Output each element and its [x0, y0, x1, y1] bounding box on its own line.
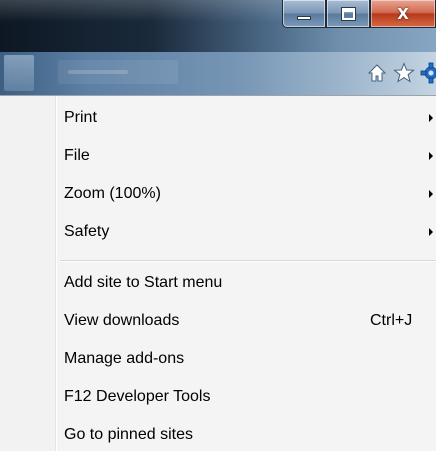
menu-item-safety[interactable]: Safety [56, 213, 436, 251]
menu-item-label: Print [64, 109, 97, 126]
menu-item-add-site-to-start-menu[interactable]: Add site to Start menu [56, 264, 436, 302]
tools-menu: Print File Zoom (100%) Safety Add site t… [0, 95, 436, 451]
submenu-arrow-icon [429, 152, 433, 160]
close-icon: X [397, 4, 409, 23]
close-button[interactable]: X [370, 0, 436, 28]
menu-item-label: Zoom (100%) [64, 185, 161, 202]
menu-item-print[interactable]: Print [56, 99, 436, 137]
menu-item-f12-developer-tools[interactable]: F12 Developer Tools [56, 378, 436, 416]
favorites-star-icon[interactable] [393, 62, 415, 84]
menu-item-label: File [64, 147, 90, 164]
menu-item-label: Safety [64, 223, 110, 240]
maximize-button[interactable] [326, 0, 370, 28]
submenu-arrow-icon [429, 114, 433, 122]
maximize-icon [340, 6, 356, 21]
submenu-arrow-icon [429, 228, 433, 236]
submenu-arrow-icon [429, 190, 433, 198]
home-icon[interactable] [366, 62, 388, 84]
menu-item-label: Manage add-ons [64, 350, 185, 367]
minimize-icon [297, 15, 311, 20]
menu-item-shortcut: Ctrl+J [370, 312, 413, 329]
window-caption-buttons: X [282, 0, 436, 30]
menu-item-file[interactable]: File [56, 137, 436, 175]
menu-item-label: Add site to Start menu [64, 274, 223, 291]
menu-item-manage-add-ons[interactable]: Manage add-ons [56, 340, 436, 378]
menu-item-label: F12 Developer Tools [64, 388, 211, 405]
menu-icon-gutter [0, 96, 57, 451]
menu-item-view-downloads[interactable]: View downloads Ctrl+J [56, 302, 436, 340]
minimize-button[interactable] [282, 0, 326, 28]
tools-gear-icon[interactable] [420, 62, 436, 84]
menu-item-label: View downloads [64, 312, 180, 329]
address-bar[interactable] [58, 60, 178, 84]
command-icons [366, 60, 436, 86]
menu-item-go-to-pinned-sites[interactable]: Go to pinned sites [56, 416, 436, 451]
menu-separator [60, 260, 436, 262]
menu-item-label: Go to pinned sites [64, 426, 193, 443]
menu-item-zoom[interactable]: Zoom (100%) [56, 175, 436, 213]
tab-strip[interactable] [4, 55, 34, 91]
